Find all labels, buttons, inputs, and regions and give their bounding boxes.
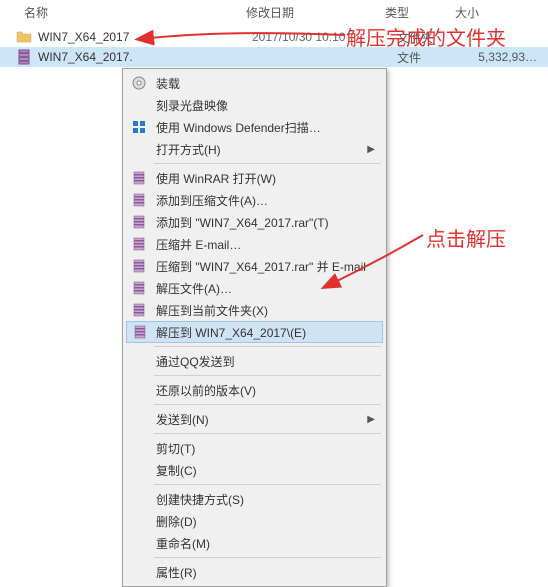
menu-separator [154,163,381,164]
blank-icon [131,382,147,398]
blank-icon [131,535,147,551]
menu-item-label: 压缩并 E-mail… [156,236,241,253]
menu-separator [154,346,381,347]
column-headers: 名称 修改日期 类型 大小 [0,0,548,27]
file-name: WIN7_X64_2017 [38,30,242,44]
menu-item[interactable]: 复制(C) [126,459,383,481]
blank-icon [131,353,147,369]
rar-file-icon [16,49,32,65]
menu-item[interactable]: 属性(R) [126,561,383,583]
menu-item[interactable]: 剪切(T) [126,437,383,459]
blank-icon [131,440,147,456]
menu-separator [154,433,381,434]
blank-icon [131,141,147,157]
menu-item[interactable]: 使用 Windows Defender扫描… [126,116,383,138]
file-size: 5,332,93… [467,50,537,64]
winrar-icon [131,280,147,296]
context-menu: 装载刻录光盘映像使用 Windows Defender扫描… 打开方式(H) ▶ 使用… [122,68,387,587]
menu-item-label: 刻录光盘映像 [156,97,228,114]
menu-item[interactable]: 还原以前的版本(V) [126,379,383,401]
menu-item-label: 装载 [156,75,180,92]
folder-icon [16,29,32,45]
menu-item-label: 剪切(T) [156,440,195,457]
menu-item[interactable]: 解压到 WIN7_X64_2017\(E) [126,321,383,343]
blank-icon [131,462,147,478]
menu-item[interactable]: 装载 [126,72,383,94]
defender-icon [131,119,147,135]
menu-item-label: 属性(R) [156,564,197,581]
menu-item-label: 解压到当前文件夹(X) [156,302,268,319]
menu-item[interactable]: 删除(D) [126,510,383,532]
menu-item[interactable]: 解压文件(A)… [126,277,383,299]
blank-icon [131,513,147,529]
menu-item-label: 使用 Windows Defender扫描… [156,119,321,136]
menu-item-label: 删除(D) [156,513,197,530]
file-type: 文件夹 [397,29,467,46]
menu-item[interactable]: 解压到当前文件夹(X) [126,299,383,321]
menu-item-label: 重命名(M) [156,535,210,552]
menu-item-label: 压缩到 "WIN7_X64_2017.rar" 并 E-mail [156,258,366,275]
file-row-folder[interactable]: WIN7_X64_2017 2017/10/30 10:10 文件夹 [0,27,548,47]
menu-item[interactable]: 使用 WinRAR 打开(W) [126,167,383,189]
file-type: 文件 [397,49,467,66]
file-date: 2017/10/30 10:10 [242,30,397,44]
file-row-rar[interactable]: WIN7_X64_2017. 文件 5,332,93… [0,47,548,67]
menu-item-label: 还原以前的版本(V) [156,382,256,399]
menu-item-label: 添加到 "WIN7_X64_2017.rar"(T) [156,214,329,231]
menu-item[interactable]: 创建快捷方式(S) [126,488,383,510]
menu-separator [154,557,381,558]
file-name: WIN7_X64_2017. [38,50,242,64]
submenu-arrow-icon: ▶ [367,144,375,155]
blank-icon [131,97,147,113]
menu-item-label: 创建快捷方式(S) [156,491,244,508]
header-name[interactable]: 名称 [0,4,230,21]
menu-item[interactable]: 打开方式(H) ▶ [126,138,383,160]
menu-item-label: 通过QQ发送到 [156,353,235,370]
winrar-icon [131,258,147,274]
winrar-icon [131,214,147,230]
menu-item[interactable]: 发送到(N) ▶ [126,408,383,430]
disc-icon [131,75,147,91]
winrar-icon [131,236,147,252]
menu-separator [154,484,381,485]
menu-item-label: 解压文件(A)… [156,280,232,297]
winrar-icon [131,170,147,186]
menu-item-label: 发送到(N) [156,411,209,428]
menu-item[interactable]: 压缩并 E-mail… [126,233,383,255]
header-date[interactable]: 修改日期 [230,4,385,21]
annotation-click-extract: 点击解压 [426,223,506,252]
menu-item[interactable]: 添加到压缩文件(A)… [126,189,383,211]
menu-item[interactable]: 添加到 "WIN7_X64_2017.rar"(T) [126,211,383,233]
blank-icon [131,564,147,580]
menu-item[interactable]: 重命名(M) [126,532,383,554]
header-type[interactable]: 类型 [385,4,455,21]
blank-icon [131,411,147,427]
menu-item-label: 添加到压缩文件(A)… [156,192,268,209]
winrar-icon [131,192,147,208]
menu-item[interactable]: 刻录光盘映像 [126,94,383,116]
menu-item[interactable]: 压缩到 "WIN7_X64_2017.rar" 并 E-mail [126,255,383,277]
header-size[interactable]: 大小 [455,4,515,21]
menu-item-label: 解压到 WIN7_X64_2017\(E) [156,324,306,341]
menu-item-label: 使用 WinRAR 打开(W) [156,170,276,187]
winrar-icon [132,324,148,340]
file-list: WIN7_X64_2017 2017/10/30 10:10 文件夹 WIN7_… [0,27,548,67]
blank-icon [131,491,147,507]
submenu-arrow-icon: ▶ [367,414,375,425]
menu-item-label: 打开方式(H) [156,141,221,158]
menu-separator [154,404,381,405]
menu-separator [154,375,381,376]
winrar-icon [131,302,147,318]
menu-item[interactable]: 通过QQ发送到 [126,350,383,372]
menu-item-label: 复制(C) [156,462,197,479]
